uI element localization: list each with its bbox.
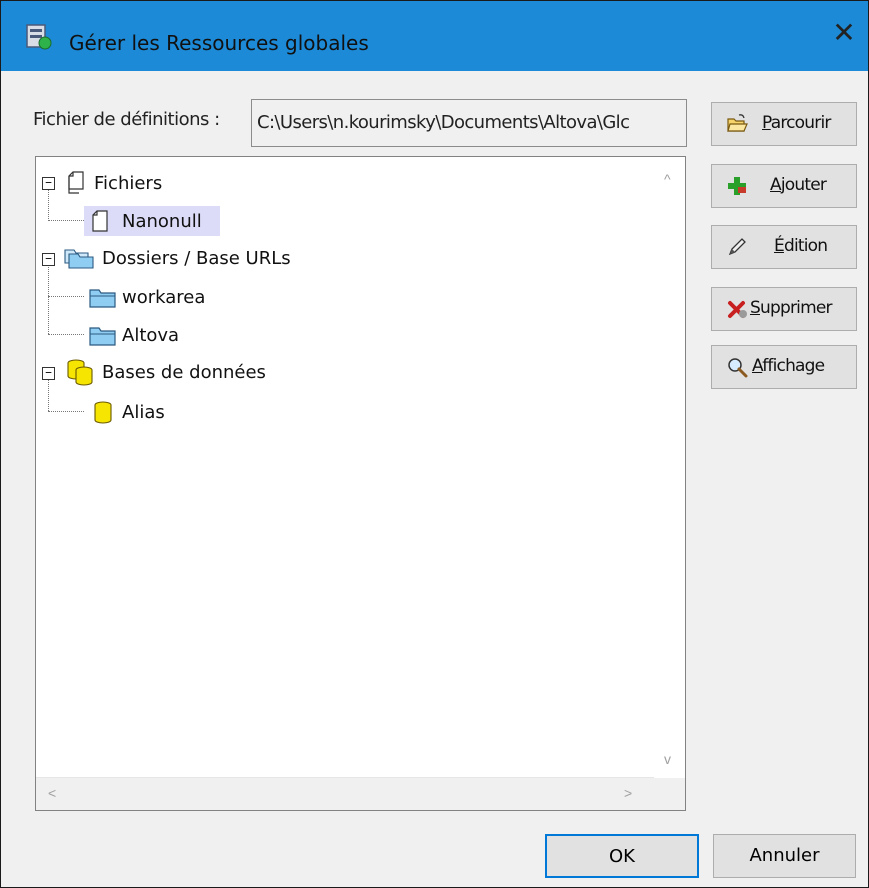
scroll-up-icon[interactable]: ^ [664, 171, 671, 187]
folders-icon [64, 249, 94, 269]
add-button[interactable]: Ajouter [711, 164, 857, 208]
database-icon [94, 401, 112, 424]
cancel-label: Annuler [749, 845, 820, 866]
cancel-button[interactable]: Annuler [713, 834, 856, 878]
tree-connector [48, 411, 84, 412]
scroll-left-icon[interactable]: < [48, 785, 56, 801]
window-title: Gérer les Ressources globales [69, 31, 369, 55]
title-bar[interactable]: Gérer les Ressources globales ✕ [1, 1, 868, 71]
tree-node-nanonull[interactable]: Nanonull [84, 206, 220, 236]
tree-connector [48, 264, 49, 334]
definitions-file-field[interactable]: C:\Users\n.kourimsky\Documents\Altova\Gl… [251, 99, 687, 147]
scrollbar-corner [653, 778, 685, 810]
delete-mnemonic: S [750, 298, 761, 318]
tree-node-files[interactable]: − Fichiers [40, 168, 340, 198]
folder-icon [89, 327, 116, 346]
tree-node-workarea[interactable]: workarea [84, 282, 244, 312]
delete-x-icon [728, 301, 747, 318]
edit-mnemonic: É [774, 236, 785, 256]
tree-label-altova: Altova [122, 325, 180, 346]
tree-connector [48, 220, 84, 221]
tree-label-alias: Alias [122, 402, 165, 423]
folder-icon [89, 289, 116, 308]
tree-connector [48, 296, 84, 297]
tree-node-altova[interactable]: Altova [84, 320, 244, 350]
file-icon [92, 210, 108, 232]
tree-label-folders: Dossiers / Base URLs [102, 248, 291, 269]
delete-button[interactable]: Supprimer [711, 287, 857, 331]
close-button[interactable]: ✕ [820, 13, 868, 53]
view-button[interactable]: Affichage [711, 345, 857, 389]
view-mnemonic: A [752, 356, 763, 376]
manage-global-resources-dialog: Gérer les Ressources globales ✕ Fichier … [0, 0, 869, 888]
browse-label: arcourir [770, 113, 832, 133]
edit-button[interactable]: Édition [711, 225, 857, 269]
tree-node-alias[interactable]: Alias [84, 397, 224, 427]
tree-connector [48, 334, 84, 335]
tree-label-files: Fichiers [94, 173, 163, 194]
delete-label: upprimer [760, 298, 832, 318]
resources-tree[interactable]: − Fichiers Nanonull − Dossiers / Base UR… [35, 156, 686, 811]
vertical-scrollbar[interactable]: ^ v [653, 157, 685, 779]
tree-label-databases: Bases de données [102, 362, 266, 383]
collapse-icon[interactable]: − [42, 253, 55, 266]
browse-button[interactable]: Parcourir [711, 102, 857, 146]
plus-icon [728, 177, 746, 195]
collapse-icon[interactable]: − [42, 367, 55, 380]
open-folder-icon [727, 114, 748, 132]
files-icon [68, 171, 84, 194]
tree-node-folders[interactable]: − Dossiers / Base URLs [40, 243, 400, 273]
horizontal-scrollbar[interactable]: < > [36, 777, 654, 810]
pencil-icon [728, 238, 746, 256]
add-mnemonic: A [770, 175, 782, 195]
global-resources-icon [26, 24, 52, 50]
ok-label: OK [609, 846, 635, 867]
ok-button[interactable]: OK [545, 834, 699, 878]
tree-label-workarea: workarea [122, 287, 206, 308]
tree-node-databases[interactable]: − Bases de données [40, 357, 360, 387]
scroll-right-icon[interactable]: > [624, 785, 632, 801]
databases-icon [67, 359, 93, 386]
collapse-icon[interactable]: − [42, 177, 55, 190]
edit-label: dition [783, 236, 828, 256]
close-icon: ✕ [832, 17, 856, 48]
add-label: jouter [780, 175, 827, 195]
definitions-file-path: C:\Users\n.kourimsky\Documents\Altova\Gl… [257, 112, 630, 133]
definitions-file-label: Fichier de définitions : [33, 109, 220, 130]
tree-label-nanonull: Nanonull [122, 211, 202, 232]
view-label: ffichage [762, 356, 825, 376]
browse-mnemonic: P [762, 113, 771, 133]
magnifier-icon [728, 358, 748, 378]
scroll-down-icon[interactable]: v [664, 751, 671, 767]
